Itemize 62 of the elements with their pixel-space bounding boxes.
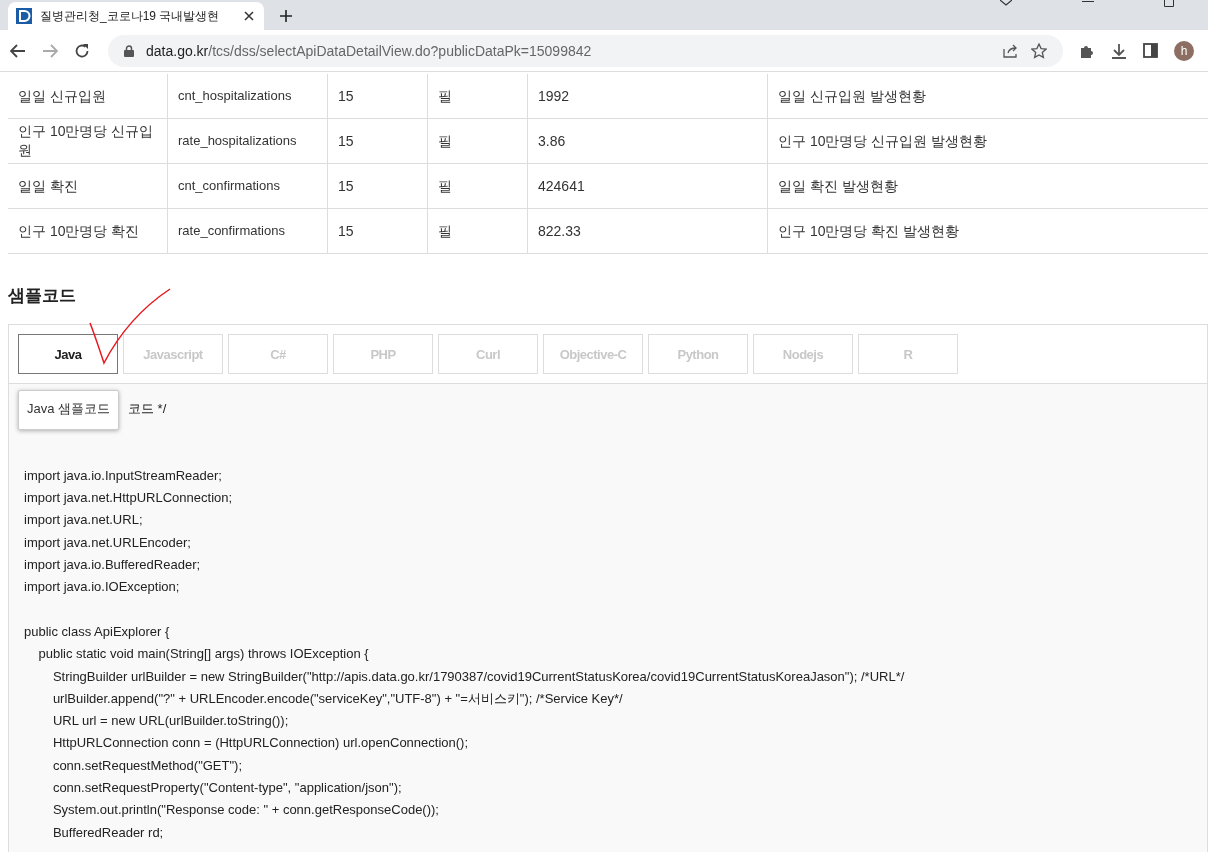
language-tab[interactable]: Java (18, 334, 118, 374)
table-cell: 424641 (528, 164, 768, 208)
code-line: import java.io.InputStreamReader; (24, 467, 222, 483)
table-cell: 15 (328, 209, 428, 253)
table-cell: 필 (428, 209, 528, 253)
table-cell: 인구 10만명당 신규입원 (8, 119, 168, 163)
code-line: StringBuilder urlBuilder = new StringBuilder("http://apis.data.go.kr/1790387/covid19CurrentStatusKorea/covid19CurrentStatusKoreaJason"); /*URL*/ (51, 668, 905, 684)
code-line: conn.setRequestProperty("Content-type", "application/json"); (51, 780, 402, 796)
back-icon[interactable] (10, 43, 26, 58)
table-cell: rate_confirmations (168, 209, 328, 253)
download-icon[interactable] (1111, 42, 1127, 59)
profile-avatar[interactable]: h (1174, 40, 1194, 61)
minimize-icon[interactable] (1082, 0, 1094, 3)
table-cell: 인구 10만명당 확진 (8, 209, 168, 253)
table-cell: cnt_confirmations (168, 164, 328, 208)
table-cell-text: 일일 확진 발생현황 (777, 176, 899, 196)
table-cell: 필 (428, 164, 528, 208)
table-cell: 일일 확진 (8, 164, 168, 208)
table-cell: 1992 (528, 74, 768, 118)
table-cell-text: 일일 신규입원 발생현황 (777, 86, 927, 106)
lock-icon (124, 44, 134, 57)
table-cell: 15 (328, 74, 428, 118)
code-line: import java.net.URLEncoder; (24, 534, 191, 550)
tab-title: 질병관리청_코로나19 국내발생현 (40, 7, 221, 25)
code-line: public class ApiExplorer { (24, 623, 170, 639)
code-line: import java.io.IOException; (24, 579, 180, 595)
table-cell-text: 인구 10만명당 확진 발생현황 (777, 221, 961, 241)
code-line: import java.net.HttpURLConnection; (24, 490, 233, 506)
site-logo-icon (16, 8, 32, 24)
code-line: URL url = new URL(urlBuilder.toString()); (51, 713, 289, 729)
reload-icon[interactable] (74, 42, 90, 59)
code-line: conn.setRequestMethod("GET"); (51, 757, 243, 773)
table-cell: 15 (328, 164, 428, 208)
chevron-icon[interactable] (1000, 0, 1012, 6)
code-line: import java.net.URL; (24, 512, 143, 528)
code-line: urlBuilder.append("?" + URLEncoder.encode("serviceKey","UTF-8") + "=서비스키"); /*Service Key*/ (51, 690, 623, 706)
url-text: data.go.kr/tcs/dss/selectApiDataDetailView.do?publicDataPk=15099842 (146, 42, 592, 59)
star-icon[interactable] (1031, 42, 1047, 59)
code-line: HttpURLConnection conn = (HttpURLConnection) url.openConnection(); (51, 735, 469, 751)
table-cell: 필 (428, 119, 528, 163)
table-cell: rate_hospitalizations (168, 119, 328, 163)
table-cell: 3.86 (528, 119, 768, 163)
table-cell: 822.33 (528, 209, 768, 253)
maximize-icon[interactable] (1164, 0, 1174, 7)
share-icon[interactable] (1003, 43, 1019, 58)
code-line: public static void main(String[] args) throws IOException { (37, 646, 369, 662)
code-line: import java.io.BufferedReader; (24, 557, 201, 573)
section-heading: 샘플코드 (8, 285, 77, 307)
address-bar[interactable]: data.go.kr/tcs/dss/selectApiDataDetailView.do?publicDataPk=15099842 (108, 34, 1063, 67)
code-line: BufferedReader rd; (51, 824, 164, 840)
table-cell-text: 인구 10만명당 신규입원 발생현황 (777, 131, 989, 151)
table-cell: 일일 신규입원 (8, 74, 168, 118)
code-line: 코드 */ (128, 401, 167, 416)
side-panel-icon[interactable] (1143, 43, 1158, 58)
new-tab-icon[interactable] (280, 10, 292, 22)
browser-tab[interactable]: 질병관리청_코로나19 국내발생현 (8, 2, 264, 30)
table-cell: cnt_hospitalizations (168, 74, 328, 118)
tooltip: Java 샘플코드 (18, 390, 120, 430)
table-cell: 필 (428, 74, 528, 118)
code-line: System.out.println("Response code: " + conn.getResponseCode()); (51, 802, 439, 818)
table-cell: 15 (328, 119, 428, 163)
close-icon[interactable] (244, 11, 254, 21)
